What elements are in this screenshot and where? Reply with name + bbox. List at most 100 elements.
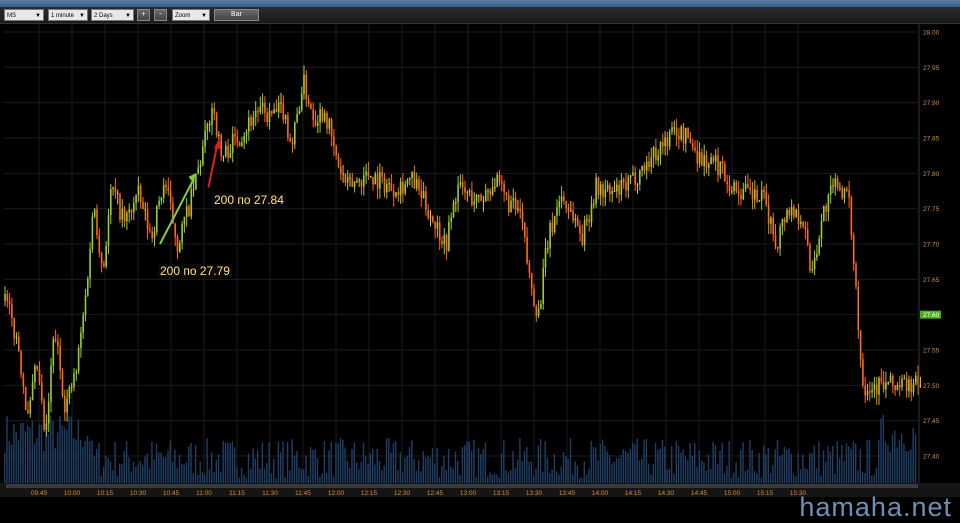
candle-body: [533, 288, 535, 307]
volume-bar: [447, 449, 450, 488]
volume-bar: [758, 452, 760, 488]
volume-bar: [38, 424, 40, 488]
volume-bar: [818, 441, 820, 488]
price-tick-label: 27.55: [923, 348, 940, 355]
candle-body: [130, 209, 133, 213]
candle-body: [489, 190, 492, 195]
candle-body: [399, 181, 402, 195]
chart-type-bar-button[interactable]: Bar: [214, 9, 259, 21]
candle-body: [68, 387, 71, 399]
zoom-select[interactable]: Zoom ▼: [172, 9, 210, 21]
period-select[interactable]: 2 Days ▼: [91, 9, 134, 21]
time-tick-label: 09:45: [31, 490, 48, 497]
volume-bar: [606, 451, 608, 488]
candle-body: [735, 182, 738, 192]
volume-bar: [6, 416, 8, 488]
volume-bar: [188, 446, 190, 488]
candle-body: [123, 208, 126, 222]
volume-bar: [372, 448, 374, 488]
candle-body: [206, 123, 209, 131]
candle-body: [701, 152, 703, 166]
zoom-in-button[interactable]: +: [137, 9, 150, 21]
volume-bar: [40, 425, 43, 488]
volume-bar: [912, 427, 914, 488]
candle-body: [570, 210, 572, 212]
volume-bar: [569, 438, 572, 488]
candle-body: [574, 218, 577, 221]
candle-body: [376, 173, 379, 189]
interval-select[interactable]: 1 minute ▼: [48, 9, 88, 21]
candle-body: [31, 382, 34, 401]
zoom-out-button[interactable]: -: [154, 9, 167, 21]
candle-body: [61, 370, 64, 396]
candle-body: [142, 201, 144, 210]
volume-bar: [158, 452, 160, 488]
candle-body: [351, 178, 354, 188]
candle-body: [567, 207, 570, 211]
volume-bar: [52, 420, 54, 488]
candle-body: [841, 188, 843, 199]
candle-body: [521, 211, 524, 223]
volume-bar: [500, 453, 503, 488]
volume-bar: [482, 449, 484, 488]
candle-body: [461, 182, 464, 188]
volume-bar: [10, 444, 13, 488]
candle-body: [91, 216, 94, 249]
candle-body: [719, 161, 722, 176]
volume-bar: [523, 451, 526, 488]
candle-body: [80, 332, 82, 348]
candle-body: [705, 155, 708, 168]
volume-bar: [634, 444, 636, 488]
candle-body: [441, 240, 443, 245]
candle-body: [905, 378, 908, 392]
candle-body: [685, 127, 687, 144]
candle-body: [694, 147, 696, 151]
chevron-down-icon: ▼: [79, 13, 85, 19]
price-tick-label: 27.90: [923, 100, 940, 107]
candle-body: [282, 103, 285, 120]
candle-body: [344, 173, 347, 183]
candle-body: [229, 152, 232, 158]
candle-body: [225, 145, 227, 156]
volume-bar: [15, 431, 17, 488]
candle-body: [392, 190, 395, 197]
candle-body: [406, 179, 409, 185]
candle-body: [526, 236, 528, 264]
volume-bar: [344, 447, 346, 488]
candle-body: [765, 192, 768, 205]
volume-bar: [786, 449, 788, 488]
candle-body: [742, 189, 745, 200]
candle-body: [866, 391, 869, 396]
candle-body: [218, 134, 220, 136]
candle-body: [632, 172, 634, 176]
candle-body: [333, 136, 335, 147]
volume-bar: [884, 441, 887, 488]
candle-body: [188, 206, 190, 217]
volume-bar: [689, 443, 691, 488]
volume-bar: [63, 427, 66, 488]
candle-body: [321, 109, 324, 121]
candle-body: [160, 197, 163, 201]
volume-bar: [868, 439, 871, 488]
candle-body: [733, 182, 735, 192]
candle-body: [77, 347, 80, 372]
volume-bar: [82, 446, 84, 488]
candle-body: [4, 294, 6, 301]
candle-body: [664, 137, 666, 147]
candle-body: [482, 200, 485, 202]
volume-bar: [599, 443, 602, 488]
candle-body: [87, 278, 89, 296]
volume-bar: [480, 453, 482, 488]
candle-body: [494, 186, 496, 188]
volume-bar: [512, 451, 514, 488]
candle-body: [857, 286, 860, 331]
candle-body: [912, 383, 915, 393]
candle-body: [802, 221, 804, 227]
candle-body: [478, 194, 480, 196]
symbol-select[interactable]: MS ▼: [4, 9, 44, 21]
volume-bar: [827, 446, 829, 488]
candle-body: [266, 112, 268, 123]
candle-body: [346, 177, 349, 183]
candle-body: [848, 190, 850, 198]
candle-body: [535, 306, 538, 316]
